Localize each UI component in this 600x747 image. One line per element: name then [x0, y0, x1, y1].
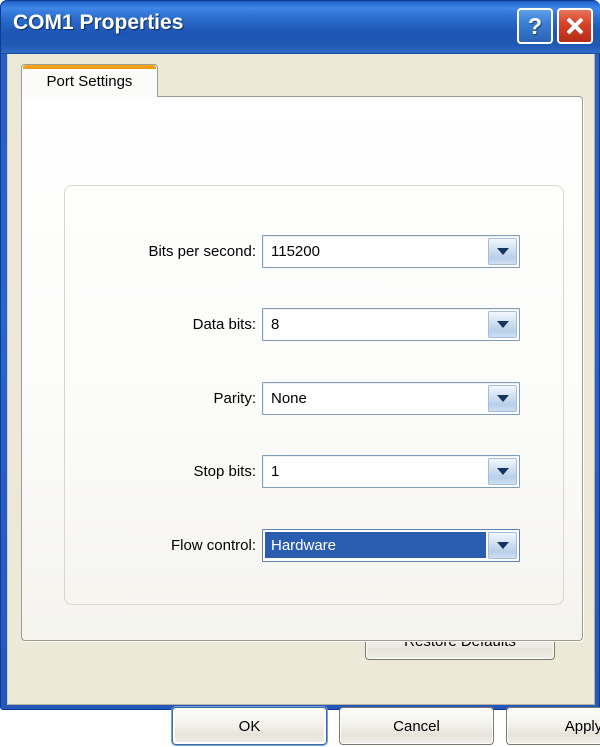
- field-row-flow-control: Flow control: Hardware: [22, 527, 584, 563]
- title-bar[interactable]: COM1 Properties ?: [1, 1, 600, 54]
- field-row-bits-per-second: Bits per second: 115200: [22, 233, 584, 269]
- apply-button[interactable]: Apply: [506, 707, 600, 745]
- combo-parity-value: None: [265, 385, 488, 411]
- question-mark-icon: ?: [528, 15, 542, 38]
- combo-data-bits-value: 8: [265, 311, 488, 337]
- label-data-bits: Data bits:: [22, 316, 262, 333]
- tab-panel-port-settings: Bits per second: 115200 Data bits: 8: [21, 96, 583, 641]
- chevron-down-icon: [497, 395, 509, 402]
- combo-parity[interactable]: None: [262, 382, 520, 415]
- window-title: COM1 Properties: [13, 11, 183, 35]
- tab-port-settings[interactable]: Port Settings: [21, 64, 158, 97]
- dialog-body: Port Settings Bits per second: 115200 Da…: [7, 54, 595, 705]
- combo-bits-per-second[interactable]: 115200: [262, 235, 520, 268]
- chevron-down-icon: [497, 468, 509, 475]
- dialog-footer: OK Cancel Apply: [8, 707, 596, 747]
- com1-properties-window: COM1 Properties ? Port Settings Bits per…: [0, 0, 600, 710]
- combo-flow-control-value: Hardware: [265, 532, 486, 558]
- help-button[interactable]: ?: [517, 8, 553, 44]
- combo-data-bits-arrow[interactable]: [488, 311, 517, 338]
- title-bar-buttons: ?: [517, 8, 593, 44]
- tab-port-settings-label: Port Settings: [22, 73, 157, 90]
- combo-bits-per-second-value: 115200: [265, 238, 488, 264]
- combo-flow-control-arrow[interactable]: [488, 532, 517, 559]
- chevron-down-icon: [497, 248, 509, 255]
- label-bits-per-second: Bits per second:: [22, 243, 262, 260]
- close-button[interactable]: [557, 8, 593, 44]
- label-flow-control: Flow control:: [22, 537, 262, 554]
- combo-stop-bits-arrow[interactable]: [488, 458, 517, 485]
- combo-flow-control[interactable]: Hardware: [262, 529, 520, 562]
- chevron-down-icon: [497, 542, 509, 549]
- ok-button[interactable]: OK: [172, 707, 327, 745]
- combo-stop-bits-value: 1: [265, 458, 488, 484]
- combo-bits-per-second-arrow[interactable]: [488, 238, 517, 265]
- label-stop-bits: Stop bits:: [22, 463, 262, 480]
- close-icon: [564, 15, 586, 37]
- label-parity: Parity:: [22, 390, 262, 407]
- field-row-parity: Parity: None: [22, 380, 584, 416]
- field-row-stop-bits: Stop bits: 1: [22, 453, 584, 489]
- field-row-data-bits: Data bits: 8: [22, 306, 584, 342]
- combo-data-bits[interactable]: 8: [262, 308, 520, 341]
- cancel-button[interactable]: Cancel: [339, 707, 494, 745]
- chevron-down-icon: [497, 321, 509, 328]
- combo-stop-bits[interactable]: 1: [262, 455, 520, 488]
- combo-parity-arrow[interactable]: [488, 385, 517, 412]
